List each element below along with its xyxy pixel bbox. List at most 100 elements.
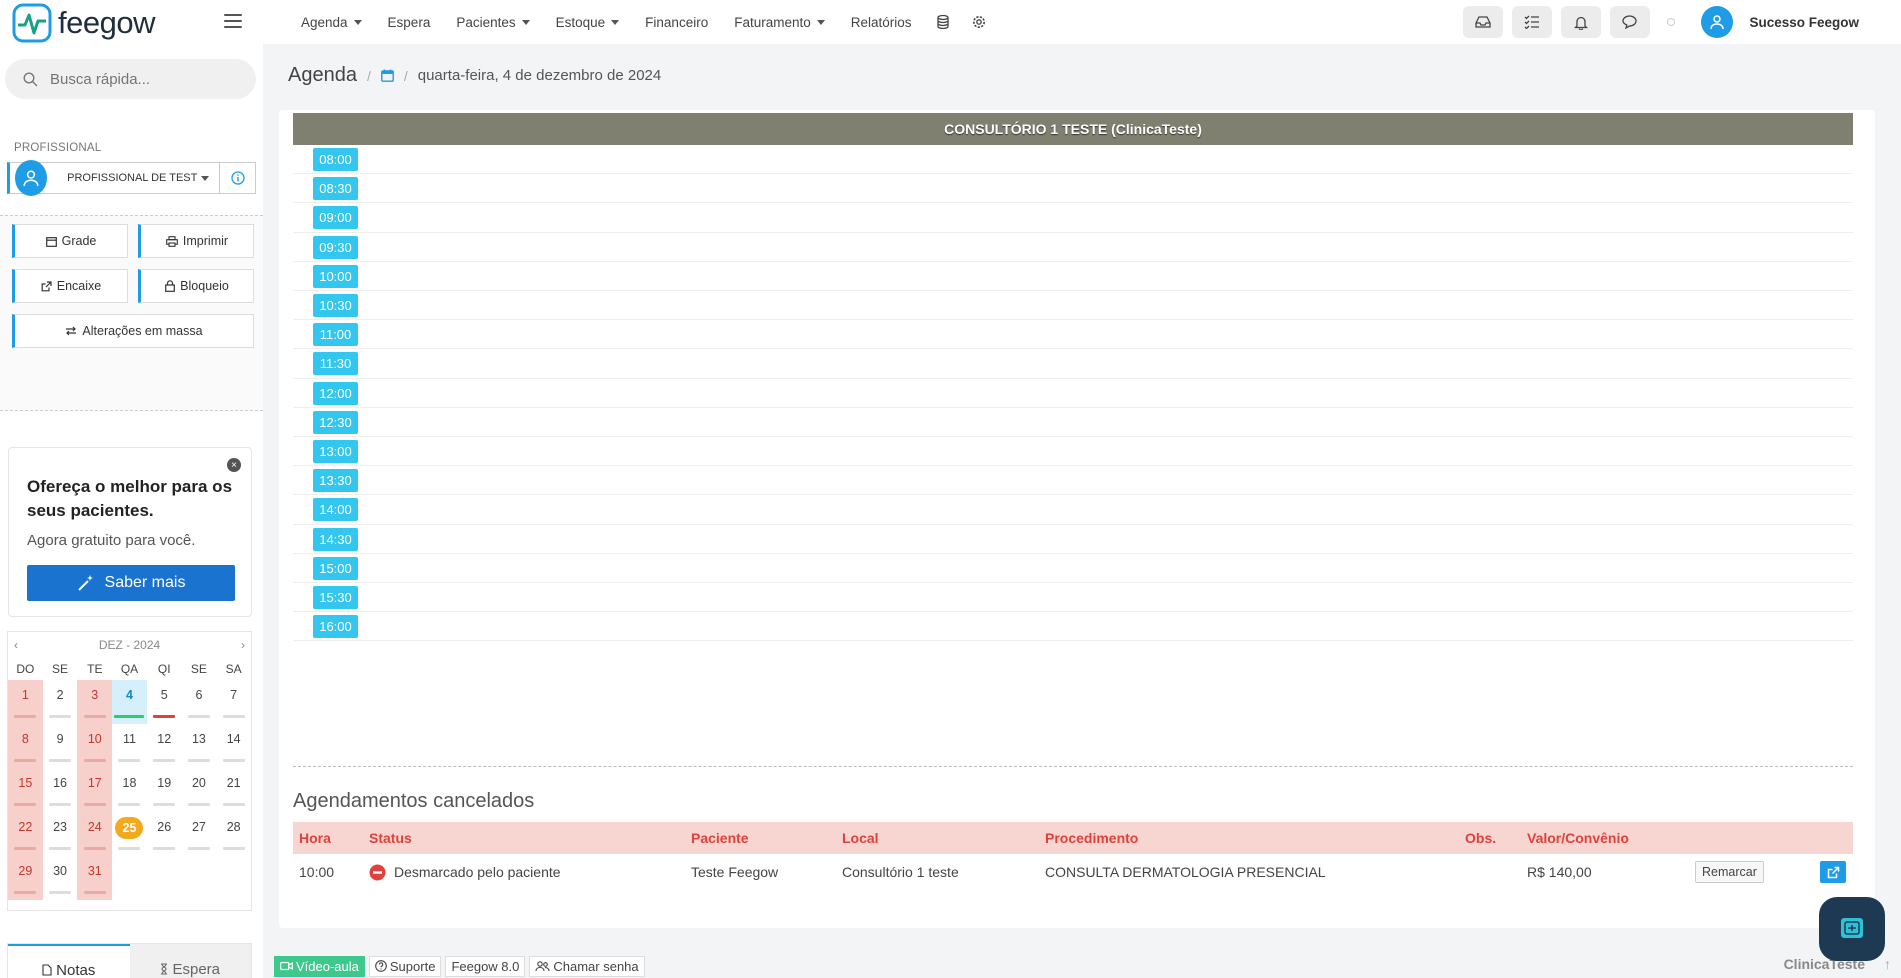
calendar-day[interactable]: 21 [216,768,251,812]
close-icon[interactable]: × [227,458,241,472]
tab-espera[interactable]: Espera [129,944,251,978]
menu-pacientes[interactable]: Pacientes [443,0,542,44]
calendar-day[interactable]: 11 [112,724,147,768]
calendar-day[interactable]: 17 [77,768,113,812]
calendar-day[interactable]: 25 [112,812,147,856]
calendar-day[interactable]: 1 [8,680,43,724]
search-input[interactable] [50,70,240,88]
calendar-day[interactable]: 24 [77,812,113,856]
calendar-day[interactable]: 27 [182,812,217,856]
time-slot-badge[interactable]: 13:00 [313,440,358,463]
calendar-day[interactable]: 4 [112,680,147,724]
calendar-day[interactable]: 20 [182,768,217,812]
database-icon[interactable] [931,10,955,34]
user-name[interactable]: Sucesso Feegow [1749,15,1859,30]
time-slot-row[interactable]: 10:00 [293,262,1853,291]
tasks-icon[interactable] [1512,6,1553,38]
calendar-day[interactable]: 29 [8,856,43,900]
time-slot-row[interactable]: 11:30 [293,349,1853,379]
time-slot-row[interactable]: 09:00 [293,203,1853,233]
inbox-icon[interactable] [1463,6,1504,38]
time-slot-badge[interactable]: 14:30 [313,527,358,551]
calendar-day[interactable]: 6 [182,680,217,724]
calendar-day[interactable]: 2 [43,680,78,724]
gear-icon[interactable] [967,10,991,34]
feegow-logo[interactable]: feegow [12,3,155,43]
chat-icon[interactable] [1610,6,1651,38]
calendar-day[interactable]: 3 [77,680,113,724]
bell-icon[interactable] [1561,6,1602,38]
tab-notas[interactable]: Notas [8,944,130,978]
video-tutorial-button[interactable]: Vídeo-aula [274,955,365,977]
support-button[interactable]: Suporte [368,955,442,977]
time-slot-badge[interactable]: 10:30 [313,294,358,317]
time-slot-badge[interactable]: 12:30 [313,410,358,434]
bloqueio-button[interactable]: Bloqueio [138,269,254,303]
time-slot-badge[interactable]: 11:30 [313,352,358,376]
time-slot-row[interactable]: 12:00 [293,379,1853,408]
info-button[interactable] [219,163,255,193]
print-button[interactable]: Imprimir [138,224,254,258]
time-slot-badge[interactable]: 10:00 [313,264,358,288]
time-slot-badge[interactable]: 08:30 [313,177,358,201]
time-slot-row[interactable]: 09:30 [293,233,1853,262]
call-ticket-button[interactable]: Chamar senha [529,955,645,977]
calendar-day[interactable]: 15 [8,768,43,812]
time-slot-badge[interactable]: 12:00 [313,381,358,405]
calendar-day[interactable]: 8 [8,724,43,768]
menu-faturamento[interactable]: Faturamento [721,0,838,44]
calendar-icon[interactable] [380,69,394,82]
calendar-day[interactable]: 9 [43,724,78,768]
next-month-icon[interactable]: › [241,638,245,652]
calendar-day[interactable]: 7 [216,680,251,724]
time-slot-row[interactable]: 11:00 [293,320,1853,350]
menu-estoque[interactable]: Estoque [543,0,633,44]
bulk-changes-button[interactable]: Alterações em massa [12,314,254,348]
calendar-day[interactable]: 22 [8,812,43,856]
time-slot-row[interactable]: 14:30 [293,525,1853,554]
grade-button[interactable]: Grade [12,224,128,258]
calendar-day[interactable]: 12 [147,724,182,768]
time-slot-row[interactable]: 13:00 [293,437,1853,467]
time-slot-badge[interactable]: 09:30 [313,235,358,259]
calendar-day[interactable]: 30 [43,856,78,900]
calendar-day[interactable]: 26 [147,812,182,856]
quick-search[interactable] [5,59,256,99]
hamburger-menu-icon[interactable] [224,10,242,32]
calendar-day[interactable]: 16 [43,768,78,812]
time-slot-row[interactable]: 10:30 [293,291,1853,321]
time-slot-row[interactable]: 13:30 [293,466,1853,496]
time-slot-badge[interactable]: 15:00 [313,556,358,580]
time-slot-badge[interactable]: 15:30 [313,586,358,609]
prev-month-icon[interactable]: ‹ [14,638,18,652]
user-avatar[interactable] [1701,6,1734,38]
calendar-day[interactable]: 13 [182,724,217,768]
calendar-day[interactable]: 14 [216,724,251,768]
calendar-day[interactable]: 5 [147,680,182,724]
time-slot-badge[interactable]: 11:00 [313,323,358,347]
time-slot-row[interactable]: 15:00 [293,554,1853,583]
time-slot-row[interactable]: 08:30 [293,174,1853,204]
time-slot-badge[interactable]: 09:00 [313,206,358,230]
menu-financeiro[interactable]: Financeiro [632,0,721,44]
cell-paciente[interactable]: Teste Feegow [691,864,778,880]
open-appointment-button[interactable] [1820,861,1846,883]
calendar-day[interactable]: 18 [112,768,147,812]
professional-select[interactable]: PROFISSIONAL DE TEST [7,160,256,196]
learn-more-button[interactable]: Saber mais [27,565,235,601]
time-slot-row[interactable]: 12:30 [293,408,1853,437]
time-slot-badge[interactable]: 13:30 [313,469,358,493]
encaixe-button[interactable]: Encaixe [12,269,128,303]
calendar-day[interactable]: 19 [147,768,182,812]
calendar-day[interactable]: 23 [43,812,78,856]
remarcar-button[interactable]: Remarcar [1695,861,1764,883]
calendar-day[interactable]: 31 [77,856,113,900]
time-slot-badge[interactable]: 16:00 [313,615,358,639]
calendar-day[interactable]: 10 [77,724,113,768]
menu-relatorios[interactable]: Relatórios [838,0,925,44]
scroll-top-icon[interactable]: ↑ [1884,956,1891,972]
menu-agenda[interactable]: Agenda [288,0,375,44]
chat-widget-button[interactable] [1819,897,1885,961]
time-slot-row[interactable]: 16:00 [293,612,1853,642]
time-slot-badge[interactable]: 08:00 [313,148,358,171]
